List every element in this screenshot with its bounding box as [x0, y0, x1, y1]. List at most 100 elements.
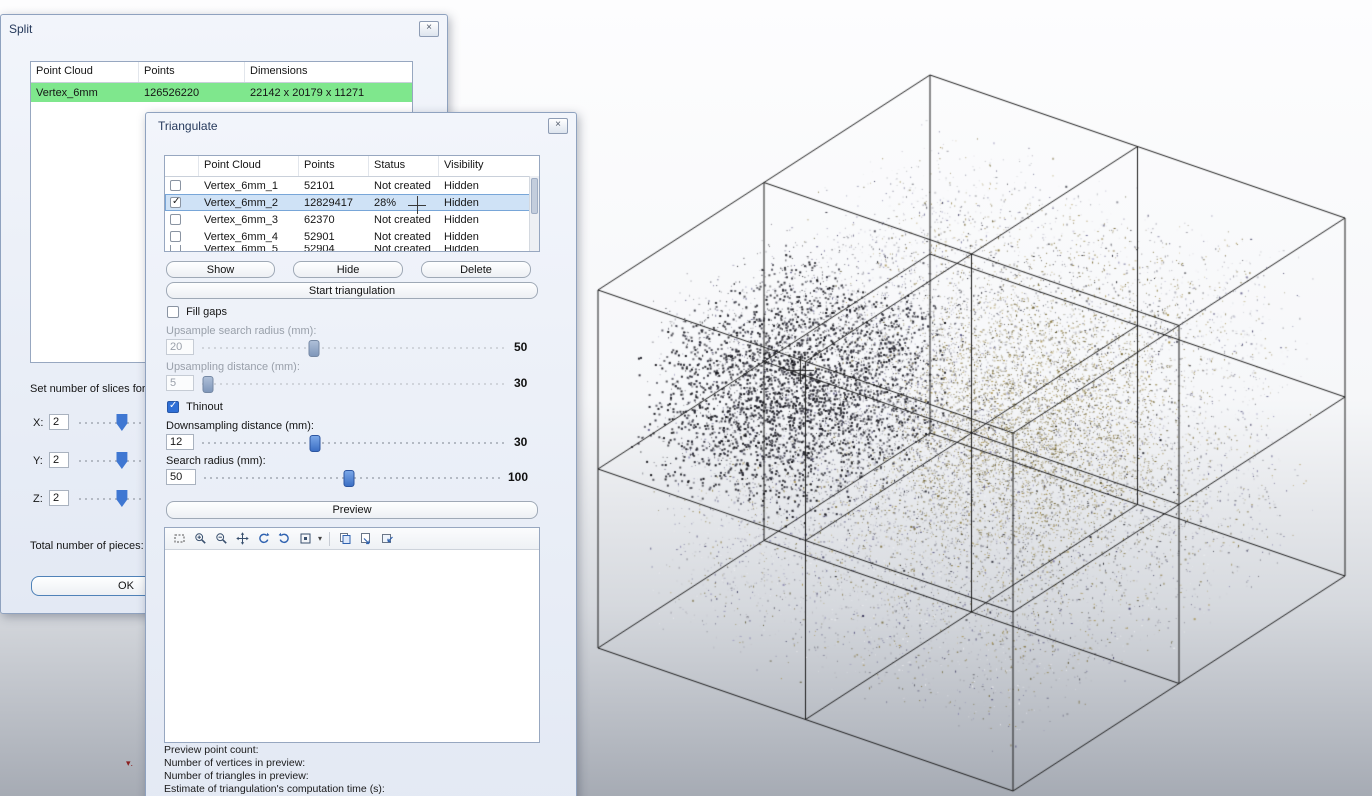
split-close-button[interactable]: × [419, 21, 439, 37]
computation-time-label: Estimate of triangulation's computation … [164, 783, 385, 796]
upsample-search-radius-input[interactable]: 20 [166, 339, 194, 355]
mouse-crosshair-cursor [408, 196, 426, 214]
rotate-ccw-icon[interactable] [255, 531, 271, 547]
x-slices-input[interactable]: 2 [49, 414, 69, 430]
column-header-points: Points [139, 62, 245, 82]
cell-status: Not created [369, 231, 439, 243]
search-radius-input[interactable]: 50 [166, 469, 196, 485]
column-header-point-cloud: Point Cloud [31, 62, 139, 82]
preview-point-count-label: Preview point count: [164, 744, 259, 757]
hide-button[interactable]: Hide [293, 261, 403, 278]
y-slider-thumb[interactable] [116, 452, 127, 469]
cell-points: 126526220 [139, 87, 245, 99]
z-axis-label: Z: [33, 493, 43, 505]
vertices-in-preview-label: Number of vertices in preview: [164, 757, 305, 770]
cell-points: 12829417 [299, 197, 369, 209]
cell-points: 52904 [299, 245, 369, 252]
table-row[interactable]: Vertex_6mm_3 62370 Not created Hidden [165, 211, 539, 228]
zoom-out-icon[interactable] [213, 531, 229, 547]
fill-gaps-row: Fill gaps [167, 306, 227, 318]
split-table-header: Point Cloud Points Dimensions [31, 62, 412, 83]
downsampling-distance-row: 12 30 [146, 434, 576, 452]
cell-point-cloud: Vertex_6mm_2 [199, 197, 299, 209]
row-checkbox[interactable] [170, 180, 181, 191]
y-slices-input[interactable]: 2 [49, 452, 69, 468]
upsample-search-radius-max: 50 [514, 340, 527, 354]
x-slider-thumb[interactable] [116, 414, 127, 431]
triangulate-table[interactable]: Point Cloud Points Status Visibility Ver… [164, 155, 540, 252]
cell-visibility: Hidden [439, 231, 521, 243]
search-radius-slider[interactable] [204, 477, 500, 479]
start-triangulation-button[interactable]: Start triangulation [166, 282, 538, 299]
cell-status: Not created [369, 214, 439, 226]
column-header-visibility: Visibility [439, 156, 521, 176]
column-header-check [165, 156, 199, 176]
row-checkbox[interactable] [170, 245, 181, 252]
table-row-clipped[interactable]: Vertex_6mm_5 52904 Not created Hidden [165, 245, 539, 252]
show-button[interactable]: Show [166, 261, 275, 278]
table-row[interactable]: Vertex_6mm_1 52101 Not created Hidden [165, 177, 539, 194]
table-row[interactable]: Vertex_6mm_4 52901 Not created Hidden [165, 228, 539, 245]
split-titlebar[interactable]: Split × [1, 15, 447, 41]
delete-button[interactable]: Delete [421, 261, 531, 278]
search-radius-row: 50 100 [146, 469, 576, 487]
cell-point-cloud: Vertex_6mm_5 [199, 245, 299, 252]
upsampling-distance-row: 5 30 [146, 375, 576, 393]
upsampling-distance-input[interactable]: 5 [166, 375, 194, 391]
slices-label: Set number of slices for [30, 383, 146, 395]
triangles-in-preview-label: Number of triangles in preview: [164, 770, 309, 783]
thinout-checkbox[interactable] [167, 401, 179, 413]
scrollbar-thumb[interactable] [531, 178, 538, 214]
column-header-points: Points [299, 156, 369, 176]
close-icon: × [426, 22, 432, 33]
upsample-search-radius-label: Upsample search radius (mm): [166, 325, 316, 337]
export-image-icon[interactable] [379, 531, 395, 547]
column-header-dimensions: Dimensions [245, 62, 410, 82]
split-table-row-selected[interactable]: Vertex_6mm 126526220 22142 x 20179 x 112… [31, 83, 412, 102]
copy-view-icon[interactable] [337, 531, 353, 547]
toolbar-separator [329, 532, 330, 546]
downsampling-distance-slider[interactable] [202, 442, 508, 444]
cell-visibility: Hidden [439, 197, 521, 209]
cell-status: 28% [369, 197, 439, 209]
fit-view-icon[interactable] [297, 531, 313, 547]
slider-thumb[interactable] [203, 376, 214, 393]
row-checkbox[interactable] [170, 197, 181, 208]
select-rect-icon[interactable] [171, 531, 187, 547]
rotate-cw-icon[interactable] [276, 531, 292, 547]
cell-point-cloud: Vertex_6mm [31, 87, 139, 99]
cell-visibility: Hidden [439, 245, 521, 252]
triangulate-title: Triangulate [158, 119, 218, 133]
preview-canvas[interactable] [165, 550, 539, 742]
triangulate-close-button[interactable]: × [548, 118, 568, 134]
upsample-search-radius-slider[interactable] [202, 347, 504, 349]
cell-point-cloud: Vertex_6mm_1 [199, 180, 299, 192]
slider-thumb[interactable] [310, 435, 321, 452]
column-header-status: Status [369, 156, 439, 176]
column-header-point-cloud: Point Cloud [199, 156, 299, 176]
preview-toolbar: ▾ [165, 528, 539, 550]
upsampling-distance-slider[interactable] [202, 383, 504, 385]
downsampling-distance-max: 30 [514, 435, 527, 449]
toolbar-dropdown-arrow[interactable]: ▾ [318, 534, 322, 543]
row-checkbox[interactable] [170, 231, 181, 242]
fill-gaps-checkbox[interactable] [167, 306, 179, 318]
upsampling-distance-max: 30 [514, 376, 527, 390]
zoom-in-icon[interactable] [192, 531, 208, 547]
table-row-selected[interactable]: Vertex_6mm_2 12829417 28% Hidden [165, 194, 539, 211]
z-slider-thumb[interactable] [116, 490, 127, 507]
copy-image-icon[interactable] [358, 531, 374, 547]
table-scrollbar[interactable] [529, 176, 539, 251]
pan-icon[interactable] [234, 531, 250, 547]
z-slices-input[interactable]: 2 [49, 490, 69, 506]
preview-panel: ▾ [164, 527, 540, 743]
row-checkbox[interactable] [170, 214, 181, 225]
cell-point-cloud: Vertex_6mm_3 [199, 214, 299, 226]
downsampling-distance-input[interactable]: 12 [166, 434, 194, 450]
close-icon: × [555, 119, 561, 130]
preview-button[interactable]: Preview [166, 501, 538, 519]
slider-thumb[interactable] [344, 470, 355, 487]
slider-thumb[interactable] [308, 340, 319, 357]
cell-visibility: Hidden [439, 180, 521, 192]
triangulate-titlebar[interactable]: Triangulate × [146, 113, 576, 139]
